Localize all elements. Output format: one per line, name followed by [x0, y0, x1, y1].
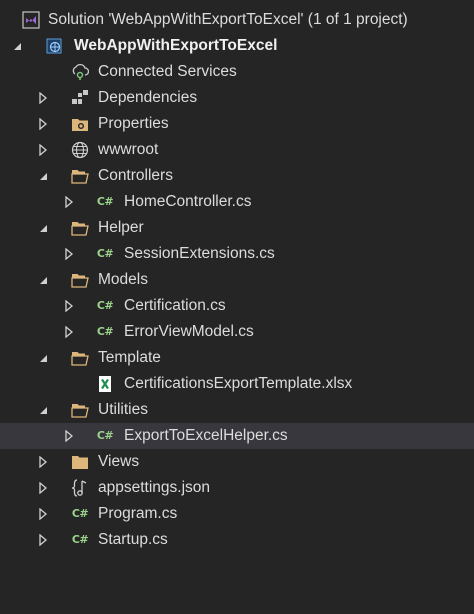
tree-row-certification-cs[interactable]: C # Certification.cs	[0, 293, 474, 319]
tree-row-views-folder[interactable]: Views	[0, 449, 474, 475]
tree-item-label: Properties	[98, 115, 169, 132]
tree-item-label: SessionExtensions.cs	[124, 245, 275, 262]
folder-open-icon	[71, 401, 89, 419]
tree-row-template-folder[interactable]: Template	[0, 345, 474, 371]
tree-row-appsettings-json[interactable]: appsettings.json	[0, 475, 474, 501]
tree-item-label: HomeController.cs	[124, 193, 252, 210]
expand-arrow-icon[interactable]	[62, 241, 76, 267]
tree-row-sessionextensions-cs[interactable]: C # SessionExtensions.cs	[0, 241, 474, 267]
tree-item-label: ExportToExcelHelper.cs	[124, 427, 288, 444]
folder-open-icon	[71, 271, 89, 289]
tree-row-properties[interactable]: Properties	[0, 111, 474, 137]
csharp-file-icon: C #	[71, 507, 89, 520]
folder-open-icon	[71, 349, 89, 367]
tree-item-label: Startup.cs	[98, 531, 168, 548]
collapse-arrow-icon[interactable]	[36, 163, 50, 189]
tree-item-label: Certification.cs	[124, 297, 226, 314]
expand-arrow-icon[interactable]	[36, 501, 50, 527]
tree-item-label: Utilities	[98, 401, 148, 418]
csharp-file-icon: C #	[96, 325, 114, 338]
tree-item-label: Controllers	[98, 167, 173, 184]
dependencies-icon	[71, 89, 89, 107]
collapse-arrow-icon[interactable]	[36, 397, 50, 423]
tree-row-homecontroller-cs[interactable]: C # HomeController.cs	[0, 189, 474, 215]
expand-arrow-icon[interactable]	[62, 293, 76, 319]
expand-arrow-icon[interactable]	[36, 527, 50, 553]
expand-arrow-icon[interactable]	[36, 137, 50, 163]
tree-row-startup-cs[interactable]: C # Startup.cs	[0, 527, 474, 553]
web-project-icon	[46, 37, 64, 55]
tree-row-dependencies[interactable]: Dependencies	[0, 85, 474, 111]
project-label: WebAppWithExportToExcel	[74, 37, 278, 54]
tree-row-solution[interactable]: Solution 'WebAppWithExportToExcel' (1 of…	[0, 7, 474, 33]
tree-item-label: appsettings.json	[98, 479, 211, 496]
tree-item-label: wwwroot	[98, 141, 159, 158]
expand-arrow-icon[interactable]	[62, 189, 76, 215]
csharp-file-icon: C #	[96, 247, 114, 260]
tree-row-models-folder[interactable]: Models	[0, 267, 474, 293]
csharp-file-icon: C #	[96, 299, 114, 312]
collapse-arrow-icon[interactable]	[10, 33, 24, 59]
folder-open-icon	[71, 219, 89, 237]
csharp-file-icon: C #	[96, 429, 114, 442]
tree-row-helper-folder[interactable]: Helper	[0, 215, 474, 241]
properties-folder-icon	[71, 115, 89, 133]
tree-row-connected-services[interactable]: Connected Services	[0, 59, 474, 85]
tree-item-label: Template	[98, 349, 161, 366]
excel-file-icon	[96, 375, 114, 393]
expand-arrow-icon[interactable]	[62, 423, 76, 449]
tree-item-label: Views	[98, 453, 140, 470]
tree-item-label: Dependencies	[98, 89, 198, 106]
collapse-arrow-icon[interactable]	[36, 215, 50, 241]
csharp-file-icon: C #	[96, 195, 114, 208]
tree-row-wwwroot[interactable]: wwwroot	[0, 137, 474, 163]
tree-row-controllers-folder[interactable]: Controllers	[0, 163, 474, 189]
tree-item-label: CertificationsExportTemplate.xlsx	[124, 375, 353, 392]
tree-item-label: Models	[98, 271, 148, 288]
tree-row-certificationsexporttemplate-xlsx[interactable]: CertificationsExportTemplate.xlsx	[0, 371, 474, 397]
solution-explorer-tree: Solution 'WebAppWithExportToExcel' (1 of…	[0, 7, 474, 553]
folder-open-icon	[71, 167, 89, 185]
tree-row-exporttoexcelhelper-cs[interactable]: C # ExportToExcelHelper.cs	[0, 423, 474, 449]
expand-arrow-icon[interactable]	[62, 319, 76, 345]
solution-label: Solution 'WebAppWithExportToExcel' (1 of…	[48, 11, 408, 28]
collapse-arrow-icon[interactable]	[36, 345, 50, 371]
tree-item-label: Connected Services	[98, 63, 237, 80]
tree-item-label: Helper	[98, 219, 144, 236]
tree-row-utilities-folder[interactable]: Utilities	[0, 397, 474, 423]
connected-services-icon	[71, 63, 89, 81]
tree-item-label: ErrorViewModel.cs	[124, 323, 254, 340]
tree-row-program-cs[interactable]: C # Program.cs	[0, 501, 474, 527]
folder-icon	[71, 453, 89, 471]
expand-arrow-icon[interactable]	[36, 449, 50, 475]
visual-studio-solution-icon	[22, 11, 40, 29]
globe-icon	[71, 141, 89, 159]
tree-item-label: Program.cs	[98, 505, 178, 522]
expand-arrow-icon[interactable]	[36, 85, 50, 111]
tree-row-errorviewmodel-cs[interactable]: C # ErrorViewModel.cs	[0, 319, 474, 345]
expand-arrow-icon[interactable]	[36, 475, 50, 501]
json-file-icon	[71, 479, 89, 497]
csharp-file-icon: C #	[71, 533, 89, 546]
expand-arrow-icon[interactable]	[36, 111, 50, 137]
collapse-arrow-icon[interactable]	[36, 267, 50, 293]
tree-row-project[interactable]: WebAppWithExportToExcel	[0, 33, 474, 59]
